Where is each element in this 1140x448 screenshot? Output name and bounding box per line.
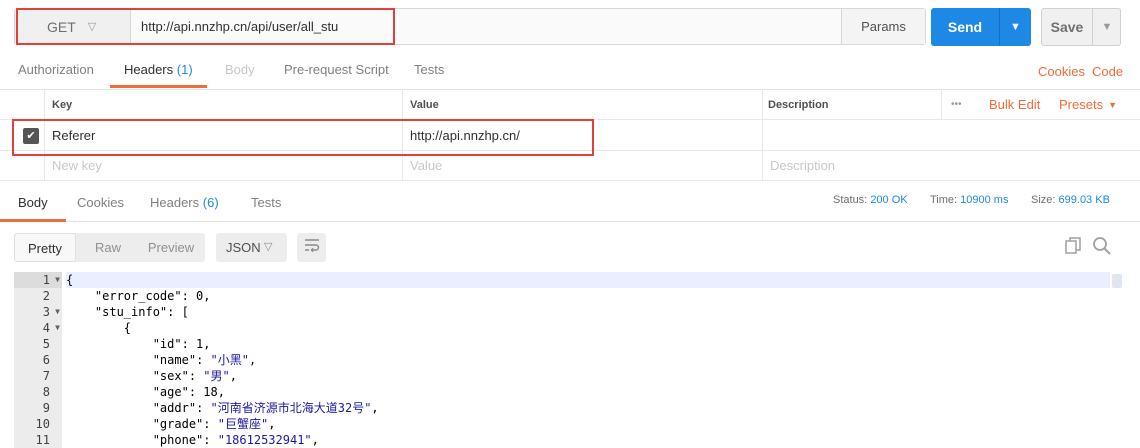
search-icon[interactable] [1092, 236, 1114, 258]
tab-pre-request-script[interactable]: Pre-request Script [284, 56, 389, 88]
code-line: "sex": "男", [152, 369, 237, 383]
tab-headers[interactable]: Headers (1) [110, 56, 207, 88]
tab-response-cookies[interactable]: Cookies [77, 188, 124, 222]
new-description-input[interactable]: Description [770, 151, 835, 180]
code-line: { [66, 272, 1110, 288]
tab-response-body[interactable]: Body [0, 188, 66, 222]
time-label: Time: [930, 194, 958, 206]
send-label: Send [947, 19, 983, 35]
format-label: JSON [226, 240, 261, 255]
presets-label: Presets [1059, 97, 1104, 112]
view-pretty-button[interactable]: Pretty [14, 233, 76, 262]
code-line: { [66, 321, 132, 335]
scrollbar[interactable] [1112, 274, 1122, 288]
fold-arrow-icon: ▼ [55, 307, 60, 316]
tab-label: Body [18, 195, 48, 210]
line-number: 6 [42, 353, 50, 367]
tab-body[interactable]: Body [225, 56, 255, 88]
presets-dropdown[interactable]: Presets ▼ [1059, 90, 1117, 119]
tab-response-headers[interactable]: Headers (6) [150, 188, 219, 222]
code-line: "phone": "18612532941", [152, 433, 319, 447]
tab-label: Tests [251, 195, 282, 210]
column-divider [941, 90, 942, 120]
size-readout: Size: 699.03 KB [1031, 194, 1110, 206]
format-select[interactable]: JSON ▽ [216, 233, 287, 262]
fold-arrow-icon: ▼ [55, 275, 60, 284]
code-line: "name": "小黑", [152, 353, 257, 367]
time-readout: Time: 10900 ms [930, 194, 1008, 206]
tab-label: Headers [150, 195, 200, 210]
code-line: "age": 18, [152, 385, 225, 399]
params-button[interactable]: Params [841, 9, 925, 44]
tab-count: (6) [202, 195, 219, 210]
send-button[interactable]: Send ▼ [931, 8, 1031, 46]
line-number: 7 [42, 369, 50, 383]
tab-tests[interactable]: Tests [414, 56, 444, 88]
line-number: 5 [42, 337, 50, 351]
column-key: Key [52, 98, 73, 111]
request-tabs: Authorization Headers (1) Body Pre-reque… [0, 56, 1140, 88]
copy-icon[interactable] [1063, 236, 1085, 258]
code-line: "addr": "河南省济源市北海大道32号", [152, 401, 379, 415]
tab-label: Cookies [77, 195, 124, 210]
tab-count: (1) [176, 62, 193, 77]
bulk-edit-link[interactable]: Bulk Edit [989, 90, 1040, 119]
status-label: Status: [833, 194, 868, 206]
tab-authorization[interactable]: Authorization [18, 56, 94, 88]
wrap-lines-icon[interactable] [297, 233, 326, 262]
size-label: Size: [1031, 194, 1056, 206]
line-number: 4 ▼ [42, 321, 60, 335]
code-link[interactable]: Code [1092, 64, 1123, 79]
tab-label: Pre-request Script [284, 62, 389, 77]
time-value: 10900 ms [960, 194, 1009, 206]
column-description: Description [768, 98, 829, 111]
highlight-box-url [16, 8, 395, 45]
view-mode-toggle: Pretty Raw Preview [14, 233, 205, 262]
fold-arrow-icon: ▼ [55, 323, 60, 332]
tab-label: Body [225, 62, 255, 77]
code-line: "error_code": 0, [94, 289, 211, 303]
highlight-box-header-row [12, 119, 594, 156]
more-options-icon[interactable]: ••• [951, 90, 962, 119]
chevron-down-icon[interactable]: ▼ [1092, 9, 1121, 45]
code-line: "id": 1, [152, 337, 211, 351]
code-line: "grade": "巨蟹座", [152, 417, 276, 431]
tab-label: Headers [124, 62, 174, 77]
save-label: Save [1050, 19, 1084, 35]
line-number: 2 [42, 289, 50, 303]
column-divider [762, 90, 763, 181]
size-value: 699.03 KB [1058, 194, 1110, 206]
cookies-link[interactable]: Cookies [1038, 64, 1085, 79]
line-number: 10 [35, 417, 50, 431]
line-number: 11 [35, 433, 50, 447]
column-value: Value [410, 98, 439, 111]
table-header-row: Key Value Description ••• Bulk Edit Pres… [0, 90, 1140, 120]
status-value: 200 OK [870, 194, 908, 206]
chevron-down-icon[interactable]: ▼ [999, 8, 1031, 46]
code-line: "stu_info": [ [94, 305, 189, 319]
status-readout: Status: 200 OK [833, 194, 908, 206]
view-preview-button[interactable]: Preview [138, 233, 204, 262]
save-button[interactable]: Save ▼ [1041, 8, 1121, 46]
chevron-down-icon: ▽ [264, 241, 273, 253]
line-number: 3 ▼ [42, 305, 60, 319]
line-number: 8 [42, 385, 50, 399]
line-number: 9 [42, 401, 50, 415]
line-number: 1 ▼ [14, 272, 62, 288]
tab-response-tests[interactable]: Tests [251, 188, 281, 222]
response-body-viewer[interactable]: 1 ▼ 2 3 ▼ 4 ▼ 5 6 7 8 9 10 11 { "error_code… [14, 272, 1122, 448]
tab-label: Tests [414, 62, 445, 77]
view-raw-button[interactable]: Raw [80, 233, 136, 262]
headers-table: Key Value Description ••• Bulk Edit Pres… [0, 89, 1140, 181]
caret-down-icon: ▼ [1108, 99, 1117, 110]
tab-label: Authorization [18, 62, 94, 77]
